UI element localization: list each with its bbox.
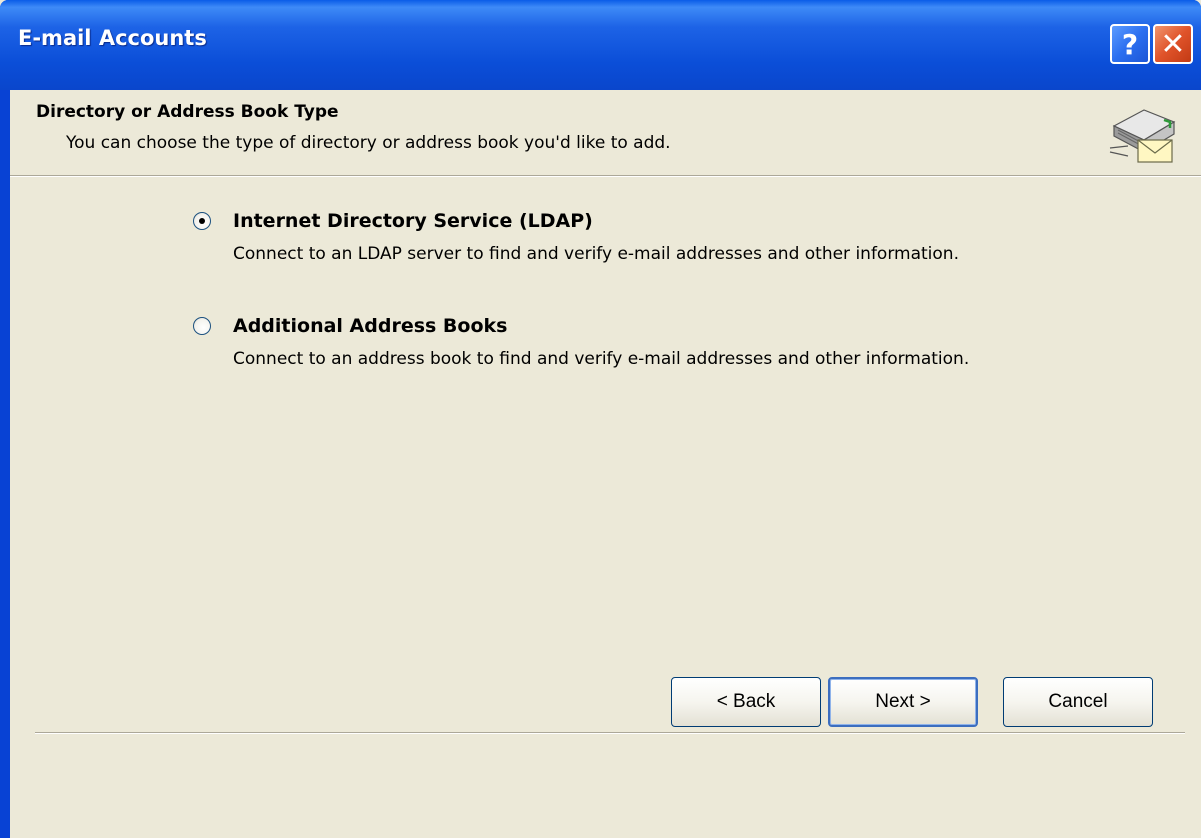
option-additional-address-books-description: Connect to an address book to find and v… [233,349,970,369]
footer-separator [35,732,1185,734]
radio-ldap[interactable] [193,212,211,230]
page-subtitle: You can choose the type of directory or … [66,133,671,153]
radio-additional-address-books[interactable] [193,317,211,335]
address-book-icon [1109,109,1176,163]
next-button[interactable]: Next > [828,677,978,727]
next-button-label: Next > [875,691,931,712]
back-button-label: < Back [716,691,776,712]
page-title: Directory or Address Book Type [36,102,339,122]
option-ldap-description: Connect to an LDAP server to find and ve… [233,244,959,264]
email-accounts-window: E-mail Accounts ? ✕ Directory or Address… [0,0,1201,838]
window-title: E-mail Accounts [18,26,207,50]
option-additional-address-books-label[interactable]: Additional Address Books [233,315,507,337]
help-button[interactable]: ? [1110,24,1150,64]
title-bar[interactable]: E-mail Accounts ? ✕ [0,0,1201,90]
option-ldap-label[interactable]: Internet Directory Service (LDAP) [233,210,593,232]
cancel-button[interactable]: Cancel [1003,677,1153,727]
cancel-button-label: Cancel [1048,691,1108,712]
close-icon: ✕ [1160,26,1186,62]
close-button[interactable]: ✕ [1153,24,1193,64]
back-button[interactable]: < Back [671,677,821,727]
header-separator [10,175,1201,177]
help-icon: ? [1121,27,1139,61]
